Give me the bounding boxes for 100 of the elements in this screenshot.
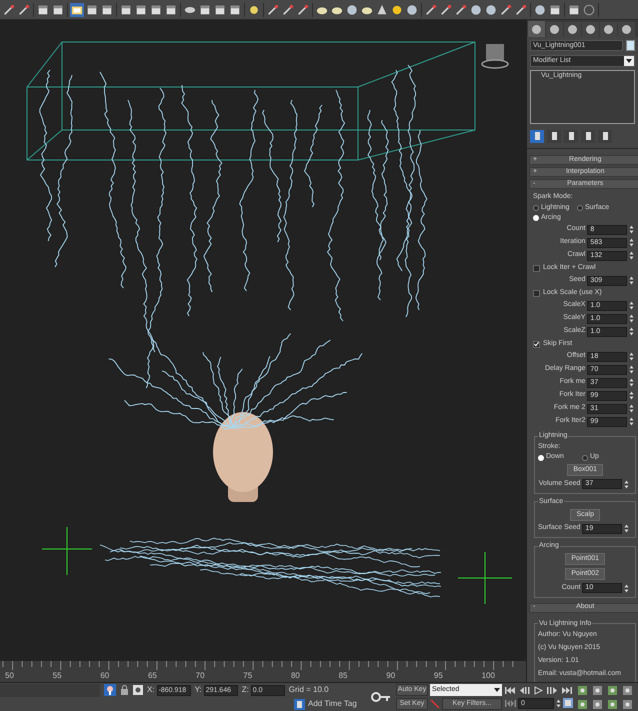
checkbox[interactable] xyxy=(533,340,540,348)
playback-icon[interactable] xyxy=(505,698,516,708)
window-icon[interactable] xyxy=(165,4,177,16)
spinner-arrows-icon[interactable] xyxy=(629,238,634,247)
tool-icon[interactable] xyxy=(18,4,30,16)
window-icon[interactable] xyxy=(120,4,132,16)
spinner-arrows-icon[interactable] xyxy=(629,314,634,323)
window-icon[interactable] xyxy=(229,4,241,16)
viewport-navigation-icon[interactable] xyxy=(622,684,633,696)
spinner-arrows-icon[interactable] xyxy=(624,584,630,592)
radio-button[interactable] xyxy=(538,454,544,460)
window-icon[interactable] xyxy=(549,4,561,16)
window-icon[interactable] xyxy=(52,4,64,16)
sphere-icon[interactable] xyxy=(406,4,418,16)
transform-mode-icon[interactable] xyxy=(133,685,143,696)
tool-icon[interactable] xyxy=(3,4,15,16)
frame-number: 60 xyxy=(100,670,110,682)
playback-icon[interactable] xyxy=(561,686,572,694)
window-icon[interactable] xyxy=(135,4,147,16)
sun-icon[interactable] xyxy=(391,4,403,16)
time-tag-icon[interactable] xyxy=(294,698,305,710)
tool-icon[interactable] xyxy=(282,4,294,16)
window-icon[interactable] xyxy=(568,4,580,16)
spinner-arrows-icon[interactable] xyxy=(629,404,634,413)
frame-number: 80 xyxy=(290,670,300,682)
panel-tab[interactable] xyxy=(582,22,599,37)
time-tag-link[interactable]: Add Time Tag xyxy=(308,698,364,710)
stack-tool-button[interactable] xyxy=(530,130,544,142)
viewport-navigation-icon[interactable] xyxy=(607,698,618,710)
window-icon[interactable] xyxy=(86,4,98,16)
stack-tool-button[interactable] xyxy=(598,130,612,142)
spinner-arrows-icon[interactable] xyxy=(629,276,634,285)
viewport-navigation-icon[interactable] xyxy=(622,698,633,710)
panel-tab[interactable] xyxy=(546,22,563,37)
playback-icon[interactable] xyxy=(547,686,558,694)
window-icon[interactable] xyxy=(101,4,113,16)
checkbox[interactable] xyxy=(533,264,540,272)
tool-icon[interactable] xyxy=(515,4,527,16)
spinner-arrows-icon[interactable] xyxy=(629,251,634,260)
axis-label: X: xyxy=(147,684,155,696)
spinner-arrows-icon[interactable] xyxy=(629,417,634,426)
spinner-arrows-icon[interactable] xyxy=(629,301,634,310)
frame-number: 65 xyxy=(148,670,157,682)
stack-tool-button[interactable] xyxy=(547,130,561,142)
sphere-icon[interactable] xyxy=(485,4,497,16)
tool-icon[interactable] xyxy=(500,4,512,16)
tool-icon[interactable] xyxy=(440,4,452,16)
radio-button[interactable] xyxy=(582,454,588,460)
window-icon[interactable] xyxy=(37,4,49,16)
playback-icon[interactable] xyxy=(533,686,544,694)
sphere-icon[interactable] xyxy=(346,4,358,16)
spinner-arrows-icon[interactable] xyxy=(629,352,634,361)
tool-icon[interactable] xyxy=(297,4,309,16)
circle-icon[interactable] xyxy=(583,4,595,16)
caret-icon xyxy=(626,59,632,63)
spinner-arrows-icon[interactable] xyxy=(629,391,634,400)
stack-tool-button[interactable] xyxy=(581,130,595,142)
axis-label: Z: xyxy=(242,684,249,696)
color-swatch[interactable] xyxy=(626,40,635,51)
view-cube-icon[interactable] xyxy=(481,44,509,69)
script-listener-field[interactable] xyxy=(0,684,100,697)
isolate-toggle-icon[interactable] xyxy=(104,684,116,696)
radio-button[interactable] xyxy=(533,215,539,221)
radio-button[interactable] xyxy=(577,205,583,211)
panel-tab[interactable] xyxy=(618,22,635,37)
viewport-navigation-icon[interactable] xyxy=(607,684,618,696)
cone-icon[interactable] xyxy=(376,4,388,16)
tool-icon[interactable] xyxy=(425,4,437,16)
panel-tab[interactable] xyxy=(600,22,617,37)
window-icon[interactable] xyxy=(150,4,162,16)
stack-tool-button[interactable] xyxy=(564,130,578,142)
spinner-arrows-icon[interactable] xyxy=(629,327,634,336)
sphere-icon[interactable] xyxy=(534,4,546,16)
spinner-arrows-icon[interactable] xyxy=(624,524,630,533)
playback-icon[interactable] xyxy=(519,686,530,694)
lock-icon[interactable] xyxy=(120,685,129,696)
tool-icon[interactable] xyxy=(455,4,467,16)
viewport-navigation-icon[interactable] xyxy=(577,698,588,710)
panel-tab[interactable] xyxy=(564,22,581,37)
radio-button[interactable] xyxy=(533,205,539,211)
spinner-arrows-icon[interactable] xyxy=(629,225,634,234)
checkbox[interactable] xyxy=(533,290,540,296)
panel-tab[interactable] xyxy=(528,21,545,37)
spinner-arrows-icon[interactable] xyxy=(629,365,634,374)
tool-icon[interactable] xyxy=(267,4,279,16)
viewport[interactable] xyxy=(0,20,526,660)
crosshair-helper-icon xyxy=(42,526,92,576)
viewport-navigation-icon[interactable] xyxy=(592,684,603,696)
spinner-arrows-icon[interactable] xyxy=(624,480,630,488)
folder-icon[interactable] xyxy=(71,4,83,16)
key-icon[interactable] xyxy=(371,692,391,702)
sphere-icon[interactable] xyxy=(470,4,482,16)
spinner-arrows-icon[interactable] xyxy=(556,698,561,708)
window-icon[interactable] xyxy=(199,4,211,16)
viewport-navigation-icon[interactable] xyxy=(577,684,588,696)
playback-icon[interactable] xyxy=(505,686,516,694)
viewport-navigation-icon[interactable] xyxy=(592,698,603,710)
window-icon[interactable] xyxy=(214,4,226,16)
spinner-arrows-icon[interactable] xyxy=(629,378,634,387)
frame-number: 100 xyxy=(482,670,495,682)
